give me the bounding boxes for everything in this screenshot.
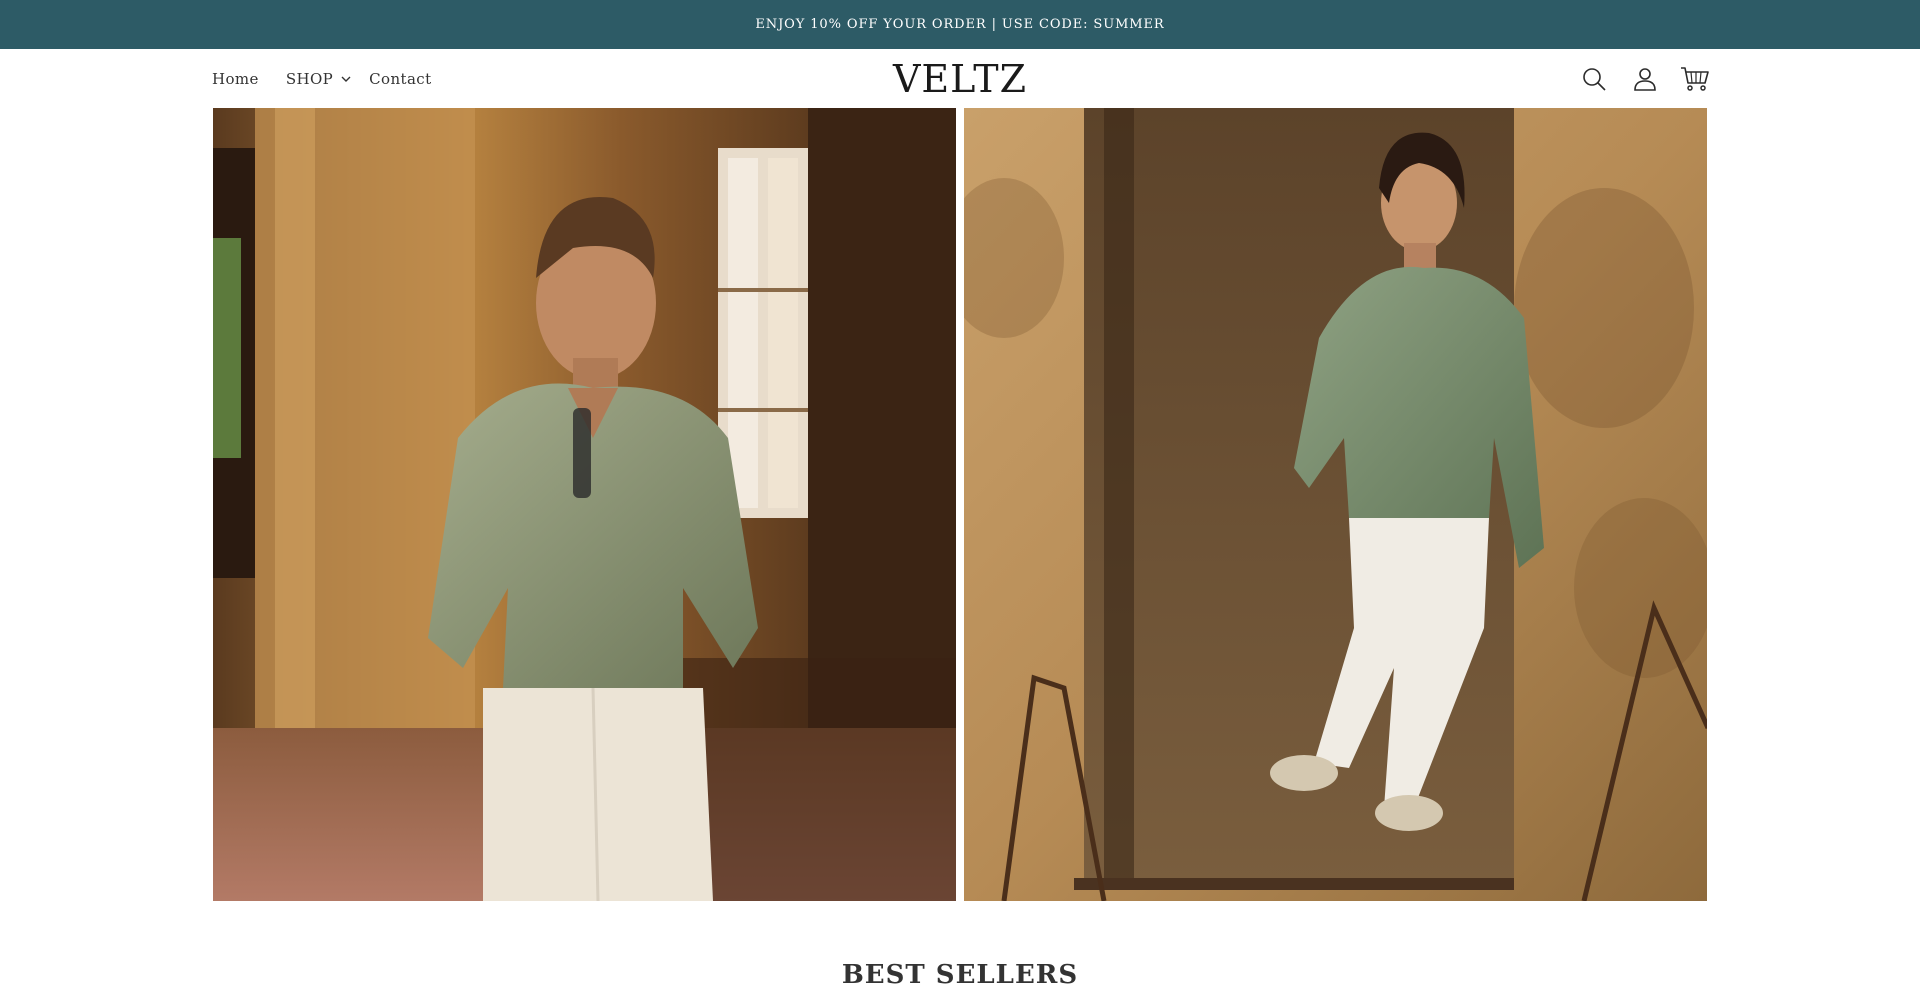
announcement-text: ENJOY 10% OFF YOUR ORDER | USE CODE: SUM… [755,17,1165,32]
nav-contact-link[interactable]: Contact [369,70,431,88]
header-icons [1578,49,1711,108]
hero-photo-right [964,108,1707,901]
nav-contact-label: Contact [369,69,432,88]
nav-shop-label: SHOP [285,69,334,88]
main-nav: Home SHOP Contact [212,49,432,108]
cart-button[interactable] [1679,63,1711,95]
announcement-bar: ENJOY 10% OFF YOUR ORDER | USE CODE: SUM… [0,0,1920,49]
hero-image-right[interactable] [964,108,1707,901]
hero-photo-left [213,108,956,901]
cart-icon [1681,66,1709,91]
brand-logo[interactable]: VELTZ [893,57,1027,101]
nav-home-label: Home [212,69,259,88]
hero-image-left[interactable] [213,108,956,901]
search-button[interactable] [1578,63,1610,95]
chevron-down-icon [341,76,351,82]
best-sellers-heading: BEST SELLERS [841,959,1079,990]
site-header: Home SHOP Contact VELTZ [0,49,1920,108]
nav-shop-dropdown[interactable]: SHOP [286,70,352,88]
search-icon [1583,67,1606,91]
nav-home-link[interactable]: Home [212,70,259,88]
account-icon [1634,67,1656,91]
account-button[interactable] [1629,63,1661,95]
hero-banner [213,108,1708,901]
